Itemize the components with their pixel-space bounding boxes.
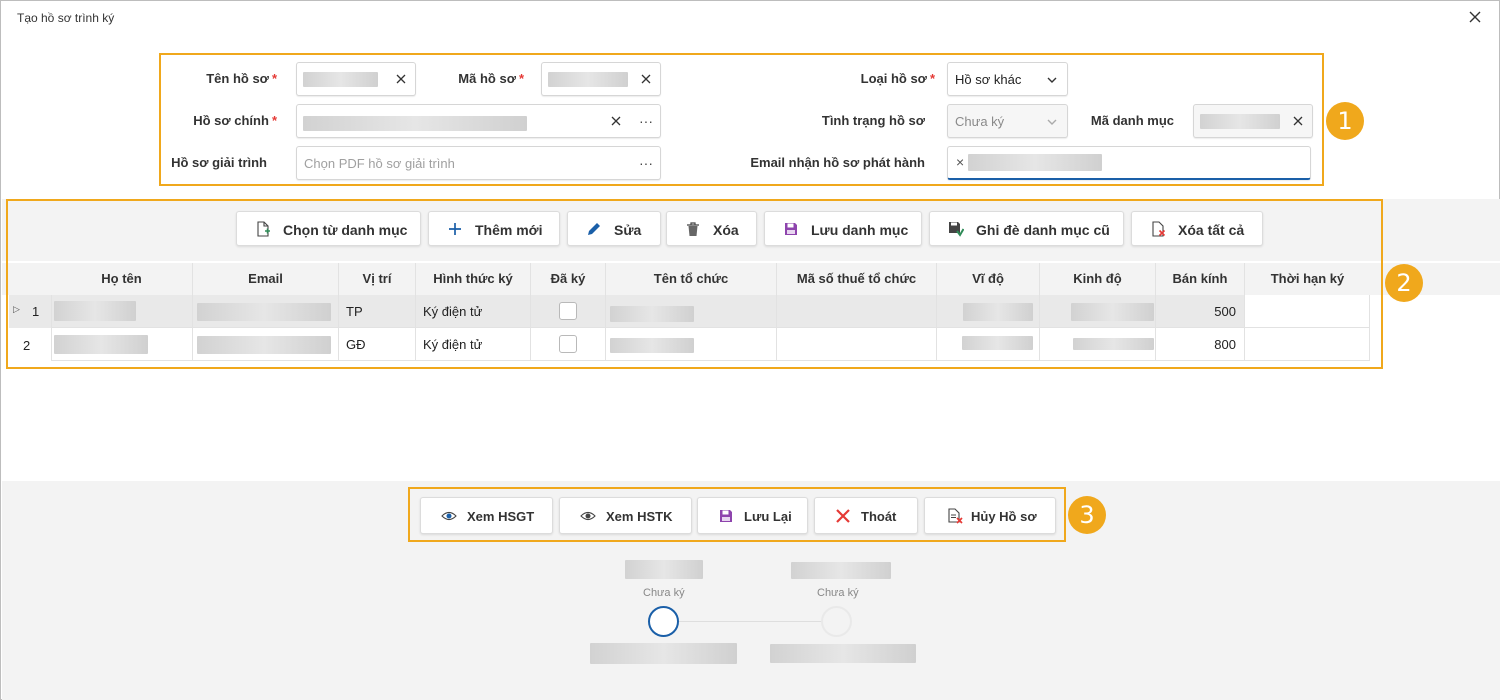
tinh-trang-value: Chưa ký	[955, 114, 1005, 129]
redacted-step-signer	[770, 644, 916, 663]
window-title: Tạo hồ sơ trình ký	[17, 11, 115, 25]
redacted-step-signer	[590, 643, 737, 664]
clear-icon[interactable]	[394, 72, 408, 86]
step-status-label: Chưa ký	[643, 587, 685, 599]
browse-button[interactable]: ···	[639, 155, 653, 171]
ma-ho-so-label: Mã hồ sơ *	[458, 71, 524, 86]
callout-badge-3: 3	[1068, 496, 1106, 534]
step-circle-inactive[interactable]	[821, 606, 852, 637]
chevron-down-icon	[1047, 119, 1057, 125]
ma-danh-muc-field[interactable]	[1193, 104, 1313, 138]
remove-email-icon[interactable]: ×	[956, 154, 964, 170]
redacted-step-name	[791, 562, 891, 579]
redacted-value	[303, 116, 527, 131]
ten-ho-so-label: Tên hồ sơ *	[206, 71, 277, 86]
redacted-value	[1200, 114, 1280, 129]
callout-badge-1: 1	[1326, 102, 1364, 140]
redacted-value	[303, 72, 378, 87]
ten-ho-so-field[interactable]	[296, 62, 416, 96]
ho-so-chinh-field[interactable]: ···	[296, 104, 661, 138]
loai-ho-so-label: Loại hồ sơ *	[860, 71, 935, 86]
ho-so-giai-trinh-field[interactable]: Chọn PDF hồ sơ giải trình ···	[296, 146, 661, 180]
step-connector	[679, 621, 823, 622]
loai-ho-so-value: Hồ sơ khác	[955, 72, 1022, 87]
email-phat-hanh-field[interactable]: ×	[947, 146, 1311, 180]
ho-so-chinh-label: Hồ sơ chính *	[193, 113, 277, 128]
ma-ho-so-field[interactable]	[541, 62, 661, 96]
email-phat-hanh-label: Email nhận hồ sơ phát hành	[750, 155, 925, 170]
redacted-step-name	[625, 560, 703, 579]
grid-section-frame	[6, 199, 1383, 369]
chevron-down-icon	[1047, 77, 1057, 83]
dialog-window: Tạo hồ sơ trình ký 1 Tên hồ sơ * Mã hồ sơ…	[0, 0, 1500, 700]
step-circle-active[interactable]	[648, 606, 679, 637]
clear-icon[interactable]	[639, 72, 653, 86]
clear-icon[interactable]	[609, 114, 623, 128]
clear-icon[interactable]	[1291, 114, 1305, 128]
loai-ho-so-select[interactable]: Hồ sơ khác	[947, 62, 1068, 96]
redacted-value	[548, 72, 628, 87]
tinh-trang-select: Chưa ký	[947, 104, 1068, 138]
ma-danh-muc-label: Mã danh mục	[1090, 113, 1174, 128]
tinh-trang-label: Tình trạng hồ sơ	[821, 113, 925, 128]
redacted-email-chip	[968, 154, 1102, 171]
actions-section-frame	[408, 487, 1066, 542]
browse-button[interactable]: ···	[639, 113, 653, 129]
callout-badge-2: 2	[1385, 264, 1423, 302]
step-status-label: Chưa ký	[817, 587, 859, 599]
ho-so-giai-trinh-placeholder: Chọn PDF hồ sơ giải trình	[304, 156, 455, 171]
ho-so-giai-trinh-label: Hồ sơ giải trình	[171, 155, 267, 170]
close-icon[interactable]	[1467, 9, 1483, 25]
title-bar: Tạo hồ sơ trình ký	[1, 1, 1499, 35]
